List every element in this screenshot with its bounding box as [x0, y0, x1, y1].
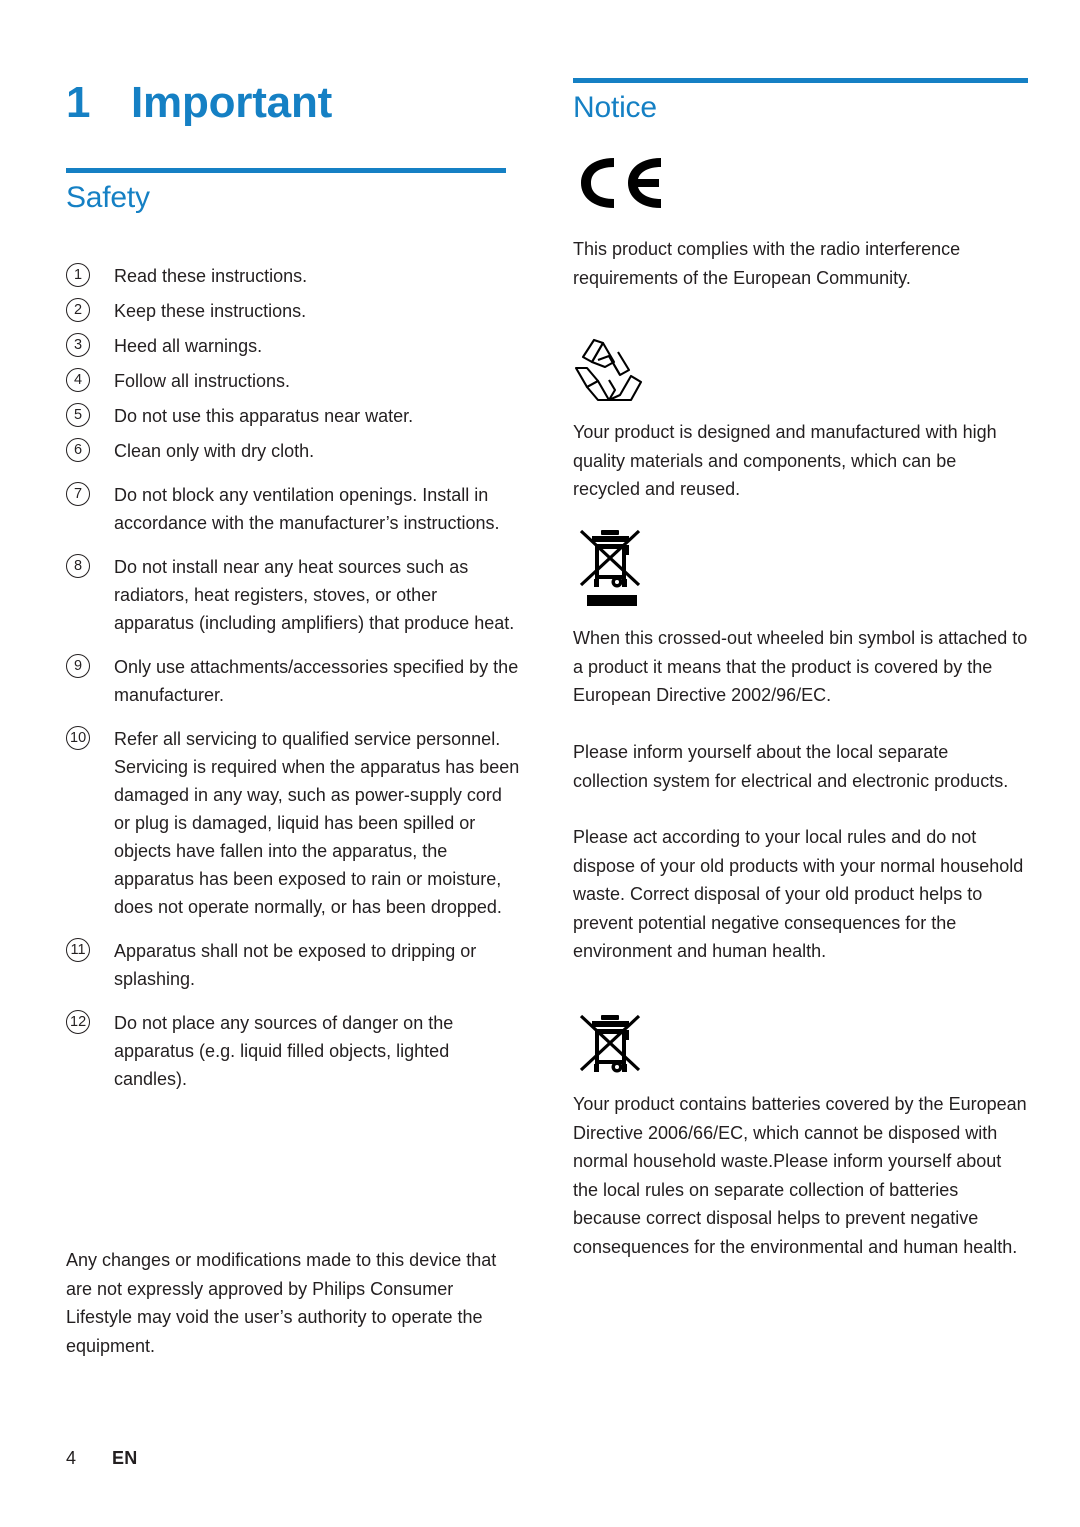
weee-paragraph-3: Please act according to your local rules… [573, 827, 1024, 961]
list-item-number: 5 [66, 402, 114, 427]
list-item-number: 6 [66, 437, 114, 462]
list-item: 5 Do not use this apparatus near water. [66, 402, 521, 430]
list-item-number: 9 [66, 653, 114, 678]
recycling-loop-icon [573, 338, 1028, 404]
chapter-title: 1 Important [66, 78, 332, 128]
list-item-text: Refer all servicing to qualified service… [114, 729, 520, 917]
notice-section-header: Notice [573, 78, 1028, 124]
safety-heading: Safety [66, 181, 150, 214]
battery-directive-paragraph: Your product contains batteries covered … [573, 1094, 1027, 1257]
weee-paragraph-1: When this crossed-out wheeled bin symbol… [573, 628, 1028, 705]
list-item: 8 Do not install near any heat sources s… [66, 553, 521, 637]
footer-language-code: EN [112, 1448, 138, 1468]
list-item-text: Heed all warnings. [114, 336, 263, 356]
chapter-number: 1 [66, 78, 91, 127]
list-item-text: Apparatus shall not be exposed to drippi… [114, 941, 477, 989]
list-item-number: 3 [66, 332, 114, 357]
page-footer: 4 EN [66, 1448, 138, 1469]
list-item-text: Keep these instructions. [114, 301, 307, 321]
list-item-text: Clean only with dry cloth. [114, 441, 315, 461]
weee-paragraph-2: Please inform yourself about the local s… [573, 742, 1009, 791]
ce-compliance-paragraph: This product complies with the radio int… [573, 239, 961, 288]
section-rule [573, 78, 1028, 83]
ce-mark-icon [573, 152, 1028, 214]
section-rule [66, 168, 506, 173]
list-item-text: Do not use this apparatus near water. [114, 406, 414, 426]
list-item-number: 7 [66, 481, 114, 506]
list-item-number: 2 [66, 297, 114, 322]
list-item: 12 Do not place any sources of danger on… [66, 1009, 521, 1093]
list-item-text: Do not place any sources of danger on th… [114, 1013, 454, 1089]
list-item-text: Follow all instructions. [114, 371, 291, 391]
list-item: 3 Heed all warnings. [66, 332, 521, 360]
list-item: 2 Keep these instructions. [66, 297, 521, 325]
list-item: 9 Only use attachments/accessories speci… [66, 653, 521, 709]
weee-crossed-bin-icon [573, 523, 1028, 607]
list-item-number: 12 [66, 1009, 114, 1034]
list-item-number: 8 [66, 553, 114, 578]
notice-heading: Notice [573, 91, 657, 124]
list-item: 10 Refer all servicing to qualified serv… [66, 725, 521, 921]
battery-crossed-bin-icon [573, 1008, 1028, 1074]
safety-section-header: Safety [66, 168, 506, 214]
list-item-number: 1 [66, 262, 114, 287]
list-item-text: Read these instructions. [114, 266, 308, 286]
list-item: 7 Do not block any ventilation openings.… [66, 481, 521, 537]
list-item-text: Do not install near any heat sources suc… [114, 557, 515, 633]
recycling-paragraph: Your product is designed and manufacture… [573, 422, 997, 499]
safety-instruction-list: 1 Read these instructions. 2 Keep these … [66, 262, 521, 1100]
footer-page-number: 4 [66, 1448, 77, 1468]
list-item: 4 Follow all instructions. [66, 367, 521, 395]
list-item-text: Only use attachments/accessories specifi… [114, 657, 519, 705]
chapter-name: Important [131, 78, 333, 127]
list-item: 1 Read these instructions. [66, 262, 521, 290]
list-item: 6 Clean only with dry cloth. [66, 437, 521, 465]
list-item-number: 11 [66, 937, 114, 962]
list-item-number: 10 [66, 725, 114, 750]
list-item-text: Do not block any ventilation openings. I… [114, 485, 500, 533]
list-item: 11 Apparatus shall not be exposed to dri… [66, 937, 521, 993]
safety-closing-paragraph: Any changes or modifications made to thi… [66, 1250, 497, 1356]
list-item-number: 4 [66, 367, 114, 392]
manual-page: 1 Important Safety 1 Read these instruct… [0, 0, 1080, 1527]
